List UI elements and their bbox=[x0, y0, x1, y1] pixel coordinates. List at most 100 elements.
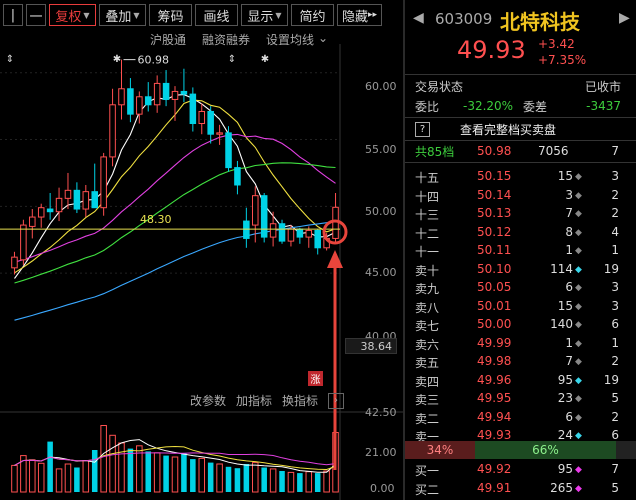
ask-price: 50.05 bbox=[477, 280, 512, 294]
bid-row[interactable]: 买二 49.91 265 ◆ 5 bbox=[405, 479, 636, 498]
diamond-icon: ◆ bbox=[575, 431, 582, 441]
buy-sell-ratio-bar: 34% 66% bbox=[405, 441, 636, 459]
diamond-icon: ◆ bbox=[575, 394, 582, 404]
ask-row[interactable]: 卖九 50.05 6 ◆ 3 bbox=[405, 278, 636, 297]
volume-bar bbox=[216, 463, 223, 493]
ma20-line bbox=[14, 133, 336, 263]
ask-count: 4 bbox=[611, 224, 619, 239]
ask-row[interactable]: 卖四 49.96 95 ◆ 19 bbox=[405, 371, 636, 390]
volume-bar bbox=[82, 460, 90, 493]
trade-status-label: 交易状态 bbox=[415, 79, 464, 94]
volume-bar bbox=[323, 470, 330, 493]
add-indicator-button[interactable]: 加指标 bbox=[236, 392, 272, 409]
full-depth-link[interactable]: 查看完整档买卖盘 bbox=[460, 121, 556, 138]
ask-volume: 7 bbox=[565, 354, 573, 368]
ask-volume: 23 bbox=[557, 391, 573, 405]
volume-bar bbox=[181, 453, 187, 492]
candle-body bbox=[234, 167, 241, 186]
y-label-60: 60.00 bbox=[365, 80, 397, 93]
bid-count: 5 bbox=[611, 480, 619, 495]
question-icon[interactable]: ? bbox=[415, 121, 430, 137]
ask-label: 卖五 bbox=[415, 356, 440, 370]
stock-header: ◀ 603009 北特科技 ▶ 49.93 +3.42 +7.35% bbox=[405, 0, 636, 74]
ask-label: 卖七 bbox=[415, 319, 440, 333]
ask-price: 49.93 bbox=[477, 428, 512, 442]
diamond-icon: ◆ bbox=[575, 465, 582, 475]
kline-chart[interactable]: 60.98 48.30 ⇕ ✱ ⇕ ✱ bbox=[0, 0, 403, 500]
ask-price: 50.12 bbox=[477, 224, 512, 239]
candle-body bbox=[269, 223, 277, 238]
diamond-icon: ◆ bbox=[575, 338, 582, 349]
annotation-arrow-head bbox=[327, 250, 343, 268]
ask-label: 卖六 bbox=[415, 337, 440, 352]
full-depth-row[interactable]: ? 查看完整档买卖盘 bbox=[405, 119, 636, 139]
candle-body bbox=[278, 223, 286, 242]
ask-count: 5 bbox=[611, 391, 619, 405]
ask-price: 49.94 bbox=[477, 409, 512, 424]
candle-body bbox=[207, 110, 214, 135]
ask-label: 十四 bbox=[415, 189, 440, 204]
ask-row[interactable]: 十四 50.14 3 ◆ 2 bbox=[405, 186, 636, 205]
bid-row[interactable]: 买一 49.92 95 ◆ 7 bbox=[405, 460, 636, 479]
ask-label: 十一 bbox=[415, 245, 440, 259]
diamond-icon: ◆ bbox=[575, 357, 582, 367]
ask-row[interactable]: 卖八 50.01 15 ◆ 3 bbox=[405, 297, 636, 316]
ask-price: 50.11 bbox=[477, 243, 512, 257]
ask-price: 50.14 bbox=[477, 187, 512, 202]
ask-volume: 15 bbox=[557, 169, 573, 183]
candle-body bbox=[287, 228, 295, 242]
volume-bar bbox=[153, 452, 161, 493]
candle-body bbox=[73, 189, 81, 210]
diamond-icon: ◆ bbox=[575, 227, 582, 238]
ask-label: 卖四 bbox=[415, 374, 440, 389]
current-price-tag: 38.64 bbox=[345, 338, 397, 354]
candle-body bbox=[180, 90, 188, 95]
trade-status-value: 已收市 bbox=[584, 79, 621, 94]
edit-params-button[interactable]: 改参数 bbox=[190, 392, 226, 409]
candle-body bbox=[64, 189, 72, 199]
change-amount: +3.42 bbox=[538, 37, 575, 51]
volume-bar bbox=[64, 463, 72, 493]
next-stock-icon[interactable]: ▶ bbox=[619, 10, 630, 26]
weibi-label: 委比 bbox=[415, 99, 440, 114]
ask-row[interactable]: 卖六 49.99 1 ◆ 1 bbox=[405, 334, 636, 353]
event-marker-icon: ✱ bbox=[261, 54, 269, 65]
candle-body bbox=[153, 82, 161, 106]
chart-panel[interactable]: | 一复权 ▼ 叠加 ▼ 筹码 画线 显示 ▼ 简约 隐藏 ▸▸ 沪股通 融资融券 设置均线 ⌄ 60.98… bbox=[0, 0, 403, 500]
stock-code: 603009 bbox=[435, 10, 493, 28]
volume-bar bbox=[207, 462, 214, 492]
ask-count: 1 bbox=[611, 243, 619, 257]
ask-volume: 7 bbox=[565, 206, 573, 220]
ask-label: 卖九 bbox=[415, 282, 440, 296]
candle-body bbox=[162, 82, 170, 100]
candle-body bbox=[118, 88, 125, 106]
ask-row[interactable]: 卖七 50.00 140 ◆ 6 bbox=[405, 315, 636, 334]
ask-row[interactable]: 十五 50.15 15 ◆ 3 bbox=[405, 167, 636, 186]
prev-stock-icon[interactable]: ◀ bbox=[413, 10, 424, 26]
ask-count: 3 bbox=[611, 169, 619, 183]
volume-bar bbox=[74, 467, 80, 492]
quote-panel: ◀ 603009 北特科技 ▶ 49.93 +3.42 +7.35% 交易状态 … bbox=[405, 0, 636, 500]
diamond-icon: ◆ bbox=[575, 283, 582, 293]
ask-row[interactable]: 卖三 49.95 23 ◆ 5 bbox=[405, 389, 636, 408]
volume-bar bbox=[118, 442, 125, 493]
volume-bar bbox=[29, 459, 36, 493]
candle-body bbox=[29, 216, 36, 227]
ask-volume: 1 bbox=[565, 243, 573, 257]
chevron-right-icon[interactable]: › bbox=[328, 392, 345, 409]
ask-row[interactable]: 十二 50.12 8 ◆ 4 bbox=[405, 223, 636, 242]
ask-price: 49.95 bbox=[477, 391, 512, 405]
vol-label-mid: 21.00 bbox=[365, 446, 397, 459]
ask-row[interactable]: 卖十 50.10 114 ◆ 19 bbox=[405, 260, 636, 279]
ask-row[interactable]: 十三 50.13 7 ◆ 2 bbox=[405, 204, 636, 223]
bid-volume: 265 bbox=[550, 480, 573, 495]
ask-row[interactable]: 卖五 49.98 7 ◆ 2 bbox=[405, 352, 636, 371]
ask-row[interactable]: 卖二 49.94 6 ◆ 2 bbox=[405, 408, 636, 427]
change-indicator-button[interactable]: 换指标 bbox=[282, 392, 318, 409]
diamond-icon: ◆ bbox=[575, 375, 582, 386]
diamond-icon: ◆ bbox=[575, 320, 582, 330]
bid-label: 买二 bbox=[415, 482, 440, 497]
ask-row[interactable]: 十一 50.11 1 ◆ 1 bbox=[405, 241, 636, 260]
candle-body bbox=[55, 197, 63, 213]
volume-bar bbox=[305, 471, 313, 493]
